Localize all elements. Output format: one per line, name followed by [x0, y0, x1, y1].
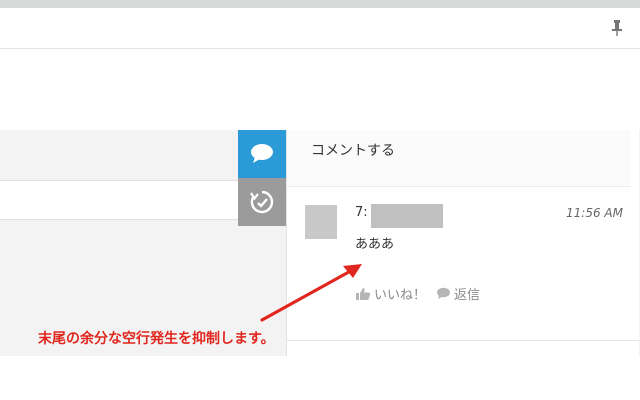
left-content-row — [0, 180, 238, 220]
reply-label: 返信 — [454, 288, 481, 303]
top-bar — [0, 0, 640, 8]
history-icon — [250, 190, 274, 214]
history-tab-button[interactable] — [238, 178, 286, 226]
like-label: いいね！ — [374, 288, 427, 303]
annotation-text: 末尾の余分な空行発生を抑制します。 — [38, 331, 275, 347]
pin-icon[interactable] — [610, 19, 624, 37]
reply-button[interactable]: 返信 — [436, 284, 480, 303]
avatar — [305, 205, 337, 239]
comment-number: 7: — [355, 205, 368, 220]
comment-input[interactable]: コメントする — [287, 130, 631, 187]
comment-timestamp: 11:56 AM — [566, 206, 623, 220]
reply-bubble-icon — [437, 287, 451, 299]
left-content-area — [0, 130, 238, 356]
header-bar — [0, 8, 640, 49]
comment-actions: いいね！ 返信 — [355, 284, 490, 303]
comment-body: あああ — [355, 237, 395, 252]
redacted-username — [371, 204, 443, 228]
comments-tab-button[interactable] — [238, 130, 286, 178]
comment-input-placeholder: コメントする — [311, 143, 395, 159]
annotation-arrow — [260, 264, 362, 322]
comment-icon — [251, 144, 273, 163]
